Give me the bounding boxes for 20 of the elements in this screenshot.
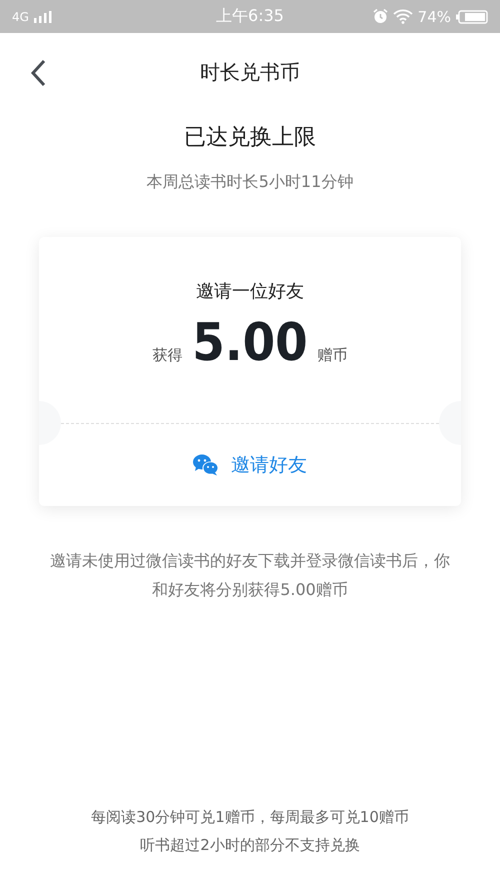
exchange-rule-text: 每阅读30分钟可兑1赠币，每周最多可兑10赠币 [91,808,409,827]
reading-time-summary: 本周总读书时长5小时11分钟 [146,172,354,193]
alarm-icon [372,9,388,24]
status-title: 已达兑换上限 [184,124,316,152]
back-button[interactable] [30,58,48,88]
signal-icon [34,10,54,22]
reward-amount: 5.00 [192,313,308,373]
invite-description: 邀请未使用过微信读书的好友下载并登录微信读书后，你和好友将分别获得5.00赠币 [49,550,451,601]
reward-unit: 赠币 [318,346,348,365]
wifi-icon [392,9,413,24]
reward-prefix: 获得 [152,346,182,365]
exchange-rule-text: 听书超过2小时的部分不支持兑换 [140,836,360,855]
battery-icon [456,10,488,24]
network-label: 4G [12,10,29,24]
page-title: 时长兑书币 [200,58,300,86]
invite-friends-button[interactable]: 邀请好友 [193,452,307,478]
chat-bubbles-icon [193,454,219,476]
battery-label: 74% [418,8,451,26]
card-title: 邀请一位好友 [196,280,304,303]
status-time: 上午6:35 [216,6,284,27]
